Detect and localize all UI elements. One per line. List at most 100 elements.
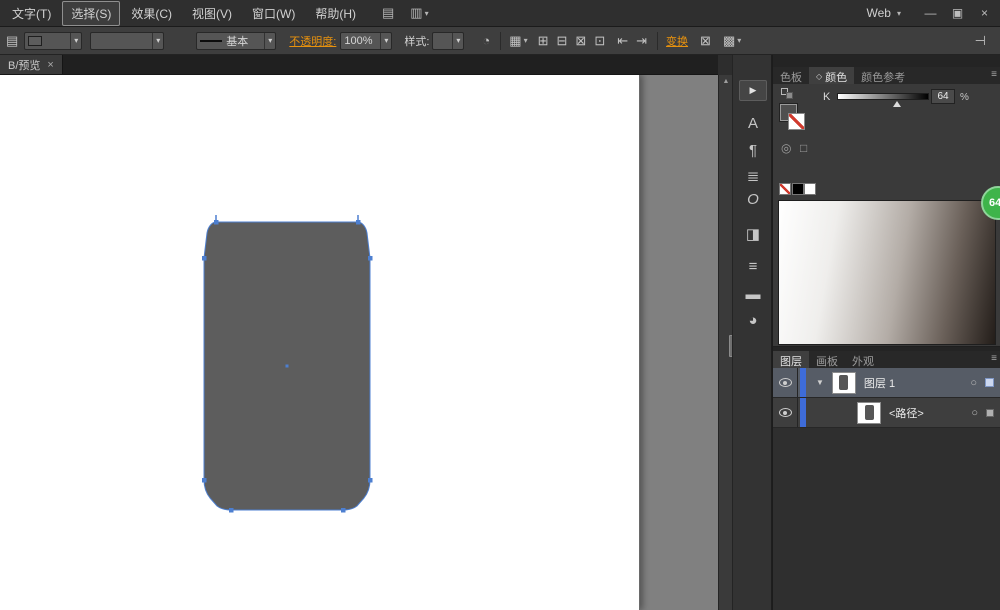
align-top-icon[interactable]: ⊡ — [592, 33, 607, 49]
isolate-icon[interactable]: ⊠ — [698, 33, 713, 49]
center-point — [286, 365, 289, 368]
character-panel-icon[interactable]: A — [733, 115, 773, 132]
workspace-label: Web — [867, 6, 891, 20]
menu-view[interactable]: 视图(V) — [183, 1, 241, 26]
tab-color-guide[interactable]: 颜色参考 — [854, 67, 912, 84]
menu-select[interactable]: 选择(S) — [62, 1, 120, 26]
fill-color-dropdown[interactable]: ▾ — [24, 32, 82, 50]
opacity-value: 100% — [344, 35, 372, 47]
chevron-down-icon: ▾ — [737, 36, 741, 45]
symbols-panel-icon[interactable]: ◕ — [733, 312, 773, 329]
align-middle-icon[interactable]: ⇤ — [615, 33, 630, 49]
eye-icon — [779, 408, 792, 417]
tab-close-icon[interactable]: × — [47, 59, 53, 71]
minimize-button[interactable]: — — [917, 0, 944, 26]
chevron-down-icon: ▾ — [152, 33, 160, 49]
screen-mode-icon[interactable]: ▥ ▾ — [410, 5, 428, 21]
menu-help[interactable]: 帮助(H) — [306, 1, 365, 26]
visibility-toggle[interactable] — [773, 368, 798, 397]
gradient-panel-icon[interactable]: ▬ — [733, 286, 773, 303]
out-of-gamut-icon[interactable]: ◎ — [781, 141, 791, 155]
path-thumbnail[interactable] — [857, 402, 881, 424]
document-tab-bar: B/预览 × — [0, 55, 718, 75]
layer-row-layer1[interactable]: ▼ 图层 1 ○ — [773, 368, 1000, 398]
opacity-link[interactable]: 不透明度: — [289, 33, 336, 49]
close-button[interactable]: × — [971, 0, 998, 26]
percent-label: % — [960, 92, 969, 103]
chevron-down-icon: ▾ — [524, 36, 528, 45]
align-left-icon[interactable]: ⊞ — [536, 33, 551, 49]
selected-can-shape[interactable] — [0, 75, 718, 610]
path-name[interactable]: <路径> — [889, 405, 924, 421]
web-safe-icon[interactable]: □ — [800, 141, 807, 155]
layers-panel: ▼ 图层 1 ○ <路径> ○ — [773, 368, 1000, 610]
selection-indicator[interactable] — [985, 378, 994, 387]
selection-indicator[interactable] — [986, 409, 994, 417]
none-swatch[interactable] — [779, 183, 791, 195]
restore-button[interactable]: ▣ — [944, 0, 971, 26]
screen-mode-glyph: ▥ — [410, 5, 422, 21]
opacity-dropdown[interactable]: 100% ▾ — [340, 32, 392, 50]
style-dropdown[interactable]: ▾ — [432, 32, 464, 50]
illustrator-window: 文字(T) 选择(S) 效果(C) 视图(V) 窗口(W) 帮助(H) ▤ ▥ … — [0, 0, 1000, 610]
align-right-icon[interactable]: ⊠ — [573, 33, 588, 49]
disclosure-triangle-icon[interactable]: ▼ — [816, 378, 824, 387]
thumbnail-shape — [839, 375, 848, 390]
canvas-viewport[interactable] — [0, 75, 718, 610]
paragraph-panel-icon[interactable]: ¶ — [733, 142, 773, 159]
tabs-panel-icon[interactable]: ≣ — [733, 167, 773, 185]
target-icon[interactable]: ○ — [970, 377, 977, 389]
black-swatch[interactable] — [792, 183, 804, 195]
menu-effect[interactable]: 效果(C) — [122, 1, 181, 26]
anchor-point-icon: ▤ — [4, 33, 20, 49]
scroll-up-icon[interactable]: ▲ — [719, 78, 733, 85]
panel-drag-strip[interactable] — [773, 55, 1000, 67]
stroke-panel-icon[interactable]: ≡ — [733, 258, 773, 275]
target-icon[interactable]: ○ — [971, 407, 978, 419]
menu-bar: 文字(T) 选择(S) 效果(C) 视图(V) 窗口(W) 帮助(H) ▤ ▥ … — [0, 0, 1000, 27]
tab-artboards[interactable]: 画板 — [809, 351, 845, 368]
expand-panels-button[interactable]: ▶ — [739, 80, 767, 101]
stroke-color-dropdown[interactable]: ▾ — [90, 32, 164, 50]
layer-thumbnail[interactable] — [832, 372, 856, 394]
slider-handle-icon[interactable] — [893, 101, 901, 107]
color-tab-icon: ◇ — [816, 72, 822, 81]
document-setup-icon[interactable]: ▦ — [507, 33, 523, 49]
vertical-scrollbar[interactable]: ▲ — [718, 75, 732, 610]
stroke-proxy-mini-icon[interactable] — [786, 92, 793, 99]
opentype-panel-icon[interactable]: O — [733, 191, 773, 208]
stroke-color-well[interactable] — [788, 113, 805, 130]
brush-definition-dropdown[interactable]: 基本 ▾ — [196, 32, 276, 50]
visibility-toggle[interactable] — [773, 398, 798, 427]
layer-row-path[interactable]: <路径> ○ — [773, 398, 1000, 428]
menubar-right: Web ▾ — ▣ × — [851, 0, 998, 26]
layers-panel-tabs: 图层 画板 外观 ≡ — [773, 351, 1000, 368]
panel-menu-icon[interactable]: ≡ — [991, 353, 996, 364]
arrange-documents-icon[interactable]: ▤ — [382, 5, 394, 21]
k-value-field[interactable]: 64 — [931, 89, 955, 104]
recolor-artwork-icon[interactable]: ◔ — [480, 33, 492, 48]
align-center-icon[interactable]: ⊟ — [555, 33, 570, 49]
align-bottom-icon[interactable]: ⇥ — [634, 33, 649, 49]
document-tab[interactable]: B/预览 × — [0, 55, 63, 74]
panel-menu-icon[interactable]: ≡ — [991, 69, 996, 80]
divider — [500, 32, 501, 50]
eye-icon — [779, 378, 792, 387]
tab-swatches[interactable]: 色板 — [773, 67, 809, 84]
tab-layers[interactable]: 图层 — [773, 351, 809, 368]
color-spectrum-ramp[interactable] — [778, 200, 996, 345]
transform-link[interactable]: 变换 — [666, 33, 688, 49]
workspace-switcher[interactable]: Web ▾ — [851, 6, 917, 20]
layer-name[interactable]: 图层 1 — [864, 375, 895, 391]
fill-swatch — [28, 36, 42, 46]
menu-type[interactable]: 文字(T) — [3, 1, 60, 26]
k-channel-label: K — [823, 91, 830, 103]
menu-window[interactable]: 窗口(W) — [243, 1, 304, 26]
tab-color[interactable]: ◇ 颜色 — [809, 67, 854, 84]
k-channel-slider[interactable] — [837, 93, 929, 100]
appearance-panel-icon[interactable]: ◨ — [733, 225, 773, 243]
collapse-control-bar-icon[interactable]: ⊣ — [973, 33, 988, 49]
white-swatch[interactable] — [804, 183, 816, 195]
tab-appearance[interactable]: 外观 — [845, 351, 881, 368]
select-similar-icon[interactable]: ▩ — [721, 33, 737, 49]
